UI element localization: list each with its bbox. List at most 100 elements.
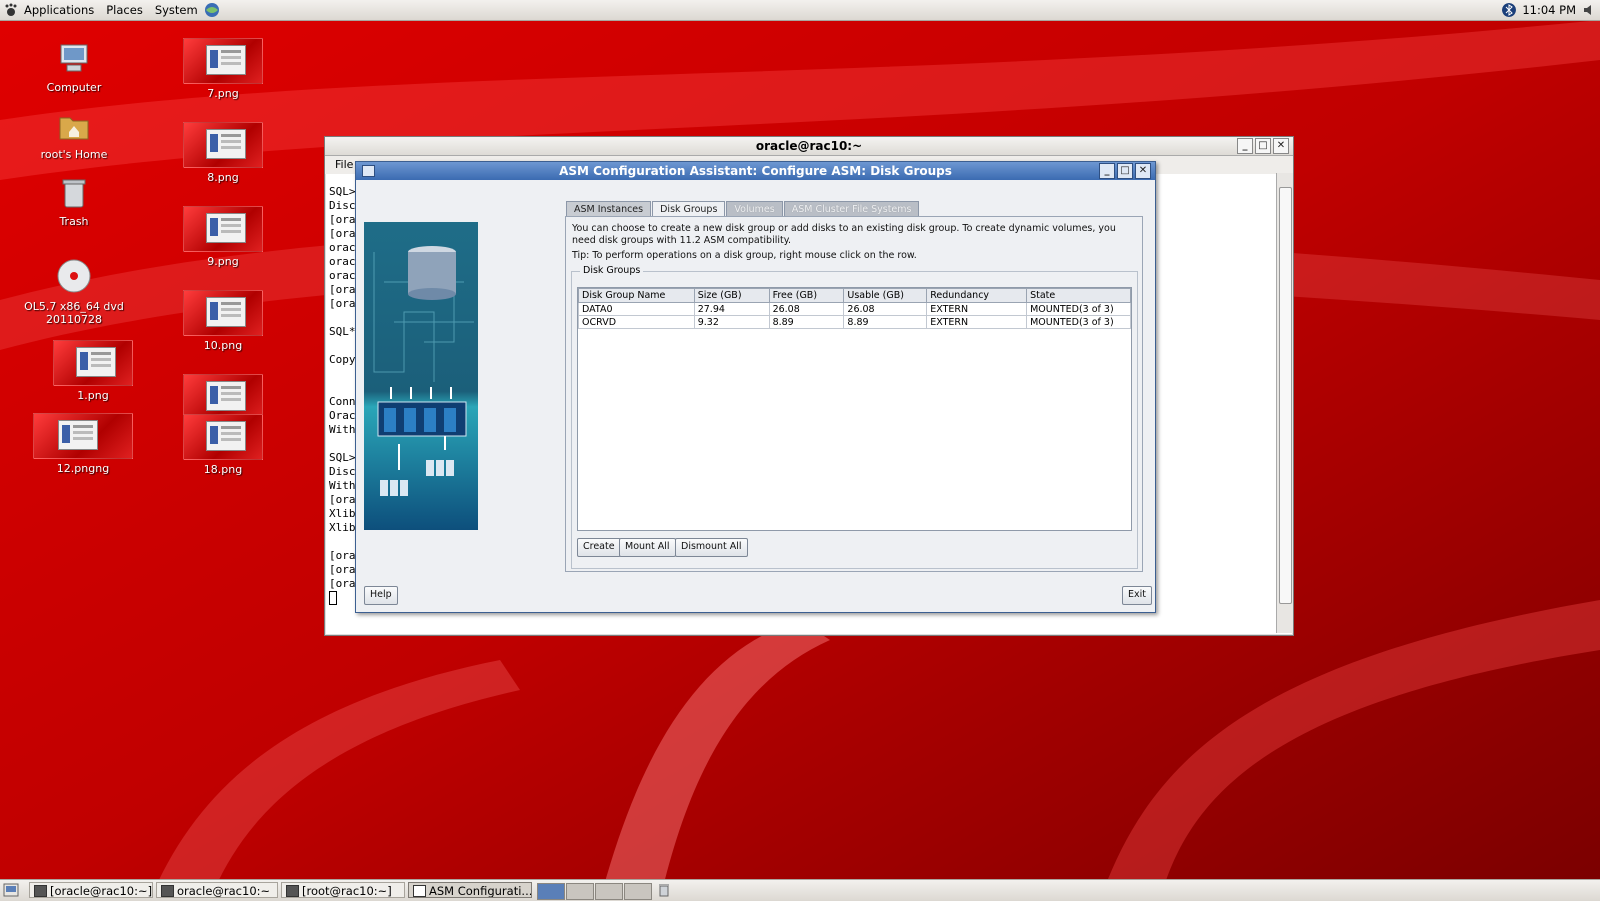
desktop-icon-file[interactable]: 9.png <box>168 206 278 268</box>
minimize-button[interactable]: _ <box>1237 138 1253 154</box>
desktop-icon-trash[interactable]: Trash <box>19 177 129 228</box>
cell-name: OCRVD <box>578 315 695 329</box>
workspace-4[interactable] <box>624 883 652 900</box>
column-header[interactable]: Size (GB) <box>693 288 770 303</box>
terminal-icon <box>286 885 299 897</box>
workspace-1[interactable] <box>537 883 565 900</box>
dialog-title: ASM Configuration Assistant: Configure A… <box>559 164 952 178</box>
tab-acfs[interactable]: ASM Cluster File Systems <box>783 201 920 217</box>
minimize-button[interactable]: _ <box>1099 163 1115 179</box>
terminal-line: [ora <box>329 493 356 506</box>
taskbar-item[interactable]: [oracle@rac10:~] <box>29 882 153 898</box>
desktop-icon-home[interactable]: root's Home <box>19 110 129 161</box>
menu-applications[interactable]: Applications <box>18 0 100 20</box>
taskbar-item[interactable]: oracle@rac10:~ <box>156 882 278 898</box>
computer-icon <box>60 44 88 72</box>
desktop-icon-label: 18.png <box>203 463 243 476</box>
tab-bar: ASM Instances Disk Groups Volumes ASM Cl… <box>566 201 920 217</box>
desktop-icon-file[interactable]: 1.png <box>38 340 148 402</box>
disk-groups-table[interactable]: Disk Group Name Size (GB) Free (GB) Usab… <box>577 287 1132 531</box>
cell-usable: 26.08 <box>843 302 928 316</box>
window-title: oracle@rac10:~ <box>755 139 863 153</box>
asm-dialog[interactable]: ASM Configuration Assistant: Configure A… <box>355 161 1156 613</box>
maximize-button[interactable]: □ <box>1117 163 1133 179</box>
desktop-icon-file[interactable]: 8.png <box>168 122 278 184</box>
workspace-2[interactable] <box>566 883 594 900</box>
desktop-icon-file[interactable]: 18.png <box>168 414 278 476</box>
terminal-line: [ora <box>329 283 356 296</box>
column-header[interactable]: Usable (GB) <box>843 288 928 303</box>
close-button[interactable]: ✕ <box>1135 163 1151 179</box>
gnome-foot-icon[interactable] <box>4 3 18 17</box>
volume-icon[interactable] <box>1582 3 1596 17</box>
desktop-icon-file[interactable]: 12.pngng <box>28 413 138 475</box>
menu-system[interactable]: System <box>149 0 204 20</box>
terminal-icon <box>161 885 174 897</box>
desktop-icon-computer[interactable]: Computer <box>19 43 129 94</box>
menu-places[interactable]: Places <box>100 0 149 20</box>
help-button[interactable]: Help <box>364 586 398 605</box>
terminal-line: [ora <box>329 213 356 226</box>
desktop-icon-file[interactable]: 7.png <box>168 38 278 100</box>
column-header[interactable]: Free (GB) <box>768 288 845 303</box>
terminal-titlebar[interactable]: oracle@rac10:~ _ □ ✕ <box>325 137 1293 156</box>
terminal-line: With <box>329 423 356 436</box>
workspace-3[interactable] <box>595 883 623 900</box>
dismount-all-button[interactable]: Dismount All <box>675 538 748 557</box>
maximize-button[interactable]: □ <box>1255 138 1271 154</box>
image-thumbnail-icon <box>183 122 263 168</box>
taskbar-item[interactable]: ASM Configurati... <box>408 882 532 898</box>
tab-asm-instances[interactable]: ASM Instances <box>566 201 652 217</box>
bottom-taskbar: [oracle@rac10:~] oracle@rac10:~ [root@ra… <box>0 879 1600 901</box>
terminal-line: orac <box>329 269 356 282</box>
window-menu-icon[interactable] <box>362 165 375 177</box>
dialog-titlebar[interactable]: ASM Configuration Assistant: Configure A… <box>356 162 1155 180</box>
cell-size: 27.94 <box>693 302 770 316</box>
desktop-icon-dvd[interactable]: OL5.7 x86_64 dvd 20110728 <box>19 258 129 326</box>
desktop-icon-label: 10.png <box>203 339 243 352</box>
taskbar-item-label: oracle@rac10:~ <box>177 884 271 898</box>
taskbar-item-label: [root@rac10:~] <box>302 884 392 898</box>
tab-volumes[interactable]: Volumes <box>726 201 783 217</box>
desktop-icon-file[interactable]: 10.png <box>168 290 278 352</box>
terminal-line: [ora <box>329 549 356 562</box>
show-desktop-icon[interactable] <box>3 883 19 897</box>
column-header[interactable]: Redundancy <box>926 288 1028 303</box>
dvd-disc-icon <box>57 259 91 293</box>
terminal-line: Orac <box>329 409 356 422</box>
image-thumbnail-icon <box>53 340 133 386</box>
terminal-cursor <box>329 591 337 605</box>
disk-groups-fieldset: Disk Groups Disk Group Name Size (GB) Fr… <box>571 265 1138 569</box>
menu-file[interactable]: File <box>335 158 353 171</box>
terminal-line: Copy <box>329 353 356 366</box>
taskbar-item[interactable]: [root@rac10:~] <box>281 882 405 898</box>
cell-usable: 8.89 <box>843 315 928 329</box>
create-button[interactable]: Create <box>577 538 621 557</box>
disk-groups-panel: You can choose to create a new disk grou… <box>565 216 1143 572</box>
bluetooth-icon[interactable] <box>1502 3 1517 17</box>
mount-all-button[interactable]: Mount All <box>619 538 676 557</box>
table-row[interactable]: OCRVD 9.32 8.89 8.89 EXTERN MOUNTED(3 of… <box>578 315 1131 329</box>
cell-size: 9.32 <box>693 315 770 329</box>
trash-applet-icon[interactable] <box>658 883 670 897</box>
image-thumbnail-icon <box>183 414 263 460</box>
exit-button[interactable]: Exit <box>1122 586 1152 605</box>
cell-name: DATA0 <box>578 302 695 316</box>
terminal-line: [ora <box>329 227 356 240</box>
desktop-icon-label: Trash <box>59 215 89 228</box>
browser-launcher-icon[interactable] <box>204 2 220 18</box>
clock[interactable]: 11:04 PM <box>1522 3 1576 17</box>
trash-icon <box>62 179 86 208</box>
desktop-icon-label: 9.png <box>207 255 239 268</box>
window-icon <box>413 885 426 897</box>
terminal-line: Xlib <box>329 507 356 520</box>
cell-free: 8.89 <box>768 315 845 329</box>
column-header[interactable]: Disk Group Name <box>578 288 695 303</box>
table-row[interactable]: DATA0 27.94 26.08 26.08 EXTERN MOUNTED(3… <box>578 302 1131 316</box>
terminal-scrollbar[interactable] <box>1276 173 1293 633</box>
terminal-line: [ora <box>329 563 356 576</box>
terminal-line: With <box>329 479 356 492</box>
tab-disk-groups[interactable]: Disk Groups <box>652 201 726 217</box>
close-button[interactable]: ✕ <box>1273 138 1289 154</box>
column-header[interactable]: State <box>1026 288 1131 303</box>
